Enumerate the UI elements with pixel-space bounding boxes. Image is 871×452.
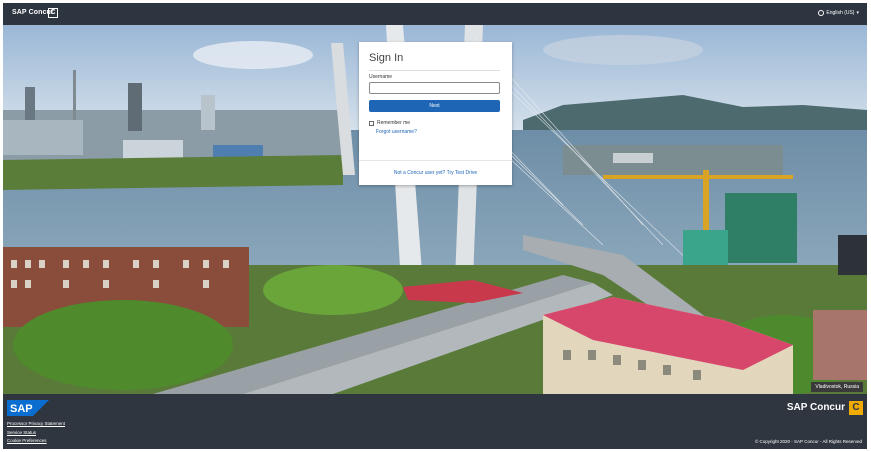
caret-down-icon: ▾ bbox=[856, 10, 859, 16]
concur-logo-icon: C bbox=[849, 401, 863, 415]
service-status-link[interactable]: Service Status bbox=[7, 430, 65, 435]
copyright: © Copyright 2020 - SAP Concur - All Righ… bbox=[754, 439, 862, 444]
background-photo: Sign In Username Next Remember me Forgot… bbox=[3, 25, 867, 394]
remember-me-checkbox[interactable] bbox=[369, 120, 374, 126]
footer-brand: SAP Concur bbox=[786, 402, 845, 413]
sap-logo-text: SAP bbox=[10, 403, 33, 415]
sap-logo-icon: SAP bbox=[7, 400, 49, 416]
footer-links: Processor Privacy Statement Service Stat… bbox=[7, 421, 65, 447]
username-label: Username bbox=[369, 74, 393, 80]
test-drive-link[interactable]: Not a Concur user yet? Try Test Drive bbox=[359, 170, 512, 176]
forgot-username-link[interactable]: Forgot username? bbox=[376, 129, 417, 135]
remember-me[interactable]: Remember me bbox=[369, 120, 410, 126]
language-label: English (US) bbox=[826, 10, 855, 16]
page-frame: SAP Concur C English (US) ▾ Sign In User… bbox=[3, 3, 867, 449]
footer: SAP Processor Privacy Statement Service … bbox=[3, 394, 867, 449]
next-button[interactable]: Next bbox=[369, 100, 500, 112]
language-selector[interactable]: English (US) ▾ bbox=[818, 10, 859, 16]
sign-in-card: Sign In Username Next Remember me Forgot… bbox=[359, 42, 512, 185]
sign-in-title: Sign In bbox=[369, 52, 404, 64]
username-input[interactable] bbox=[369, 82, 500, 94]
concur-logo-icon: C bbox=[48, 8, 58, 18]
card-divider bbox=[359, 160, 512, 161]
top-bar: SAP Concur C English (US) ▾ bbox=[3, 3, 867, 25]
title-divider bbox=[369, 70, 500, 71]
remember-me-label: Remember me bbox=[377, 120, 411, 126]
cookie-preferences-link[interactable]: Cookie Preferences bbox=[7, 438, 65, 443]
photo-location-caption: Vladivostok, Russia bbox=[811, 382, 863, 392]
privacy-statement-link[interactable]: Processor Privacy Statement bbox=[7, 421, 65, 426]
globe-icon bbox=[818, 10, 825, 16]
